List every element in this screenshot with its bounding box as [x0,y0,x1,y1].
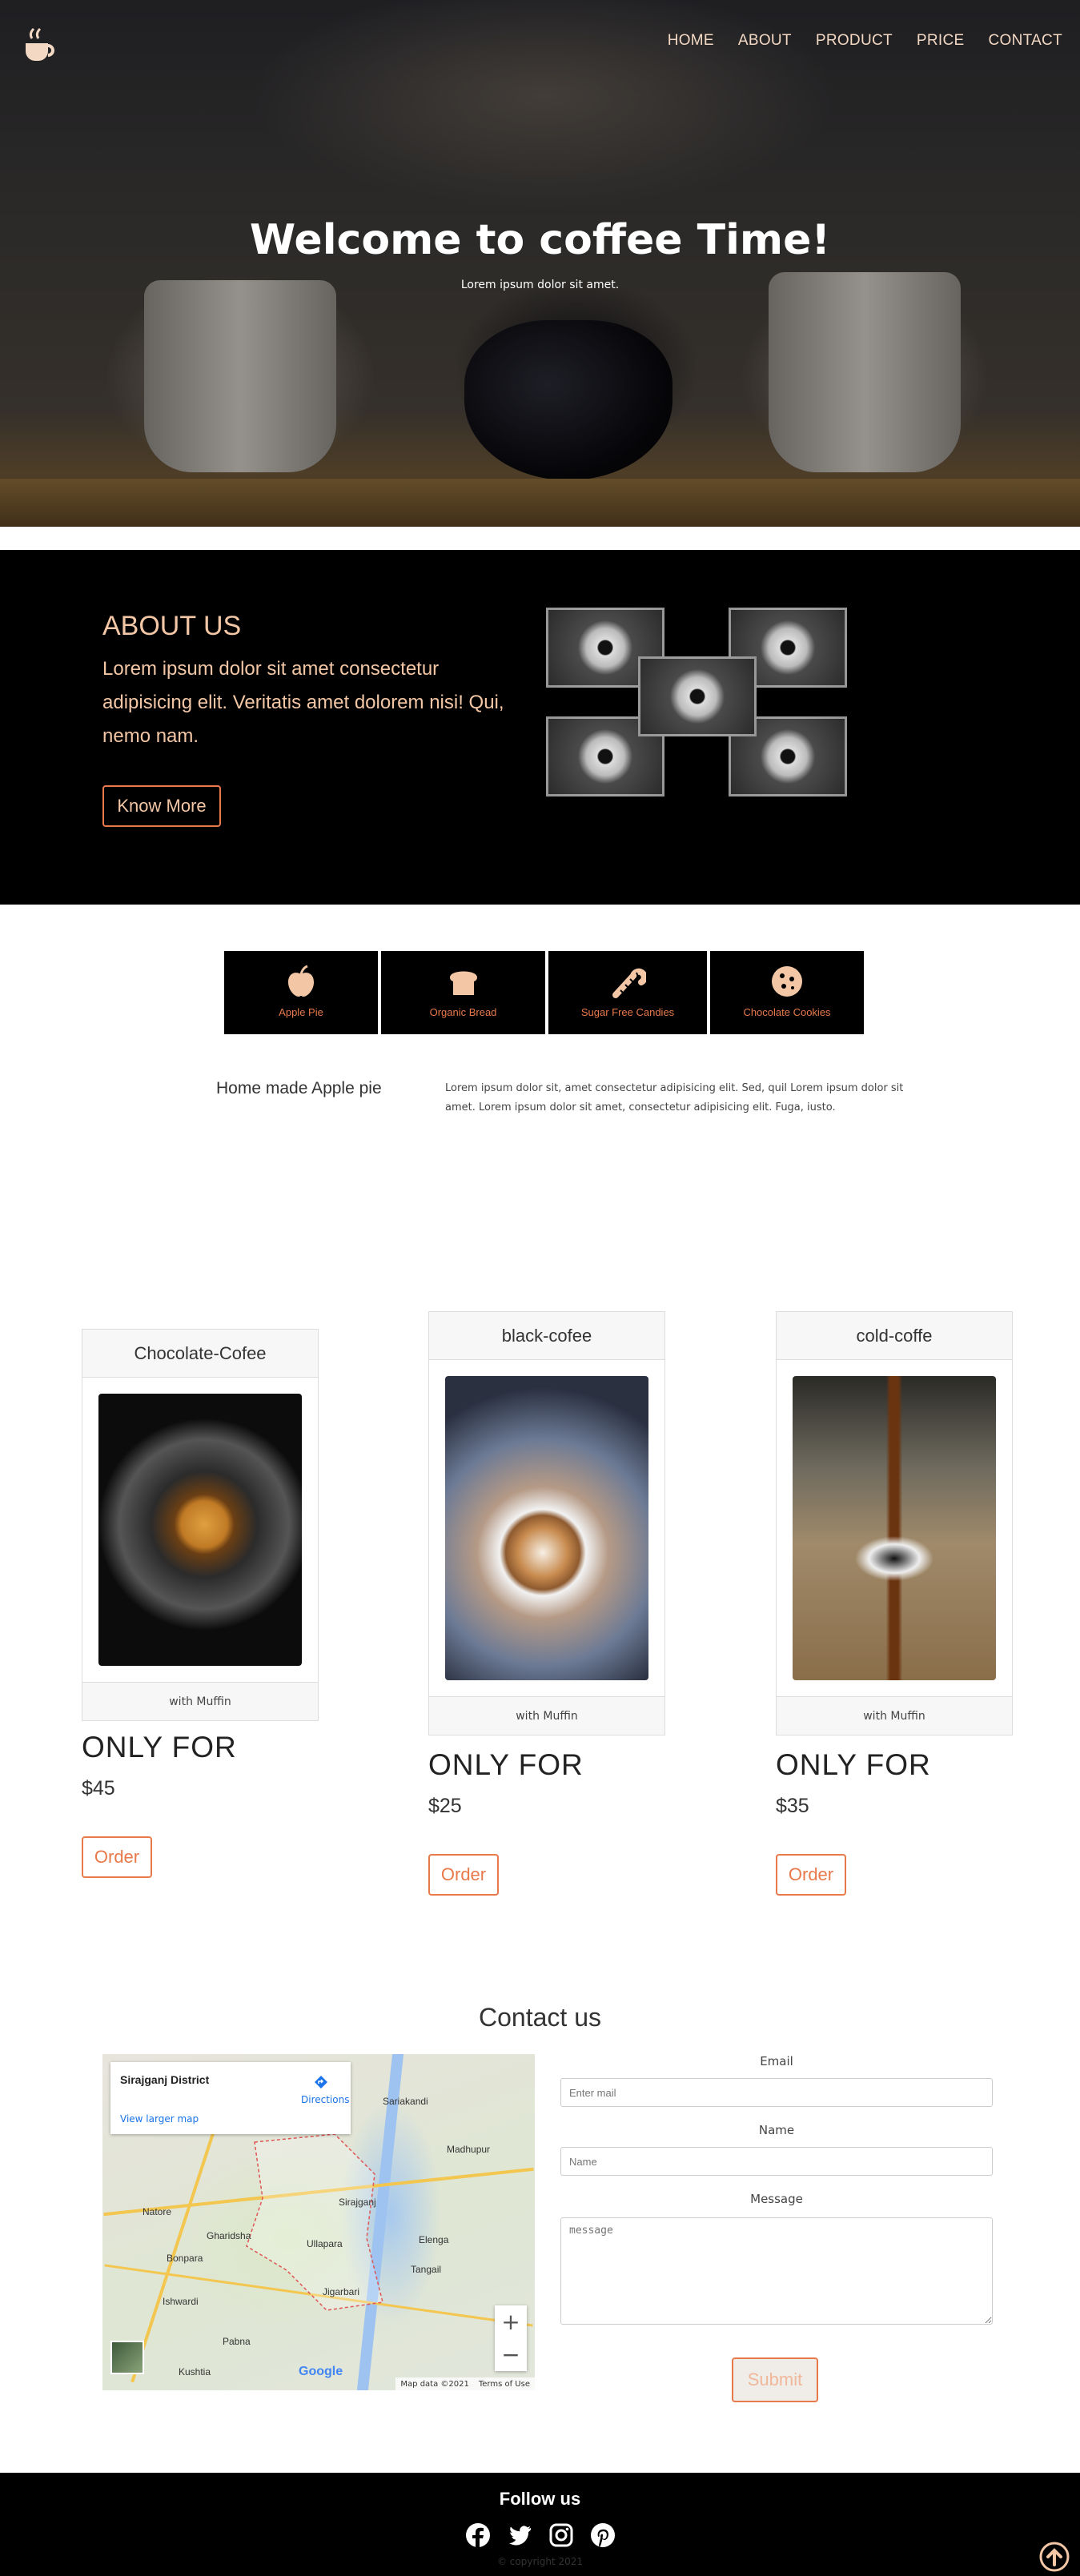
map-label: Elenga [419,2234,449,2245]
map-label: Natore [143,2206,172,2217]
map-zoom-controls: + − [495,2305,527,2371]
only-for-label: ONLY FOR [82,1731,237,1763]
tab-label: Apple Pie [279,1006,323,1018]
order-button[interactable]: Order [82,1836,152,1878]
map-label: Sariakandi [383,2096,428,2107]
facebook-icon[interactable] [465,2522,491,2548]
map-data-text: Map data ©2021 [400,2379,469,2389]
only-for-label: ONLY FOR [428,1748,584,1781]
product-price: $25 [428,1795,462,1817]
product-card: cold-coffe with Muffin [776,1311,1013,1735]
product-name: cold-coffe [777,1312,1012,1360]
product-footer: with Muffin [777,1696,1012,1735]
order-button[interactable]: Order [428,1854,499,1896]
zoom-out-button[interactable]: − [501,2341,520,2368]
map-label: Gharidsha [207,2230,251,2241]
tab-chocolate-cookies[interactable]: Chocolate Cookies [710,951,864,1034]
directions-link[interactable]: Directions [301,2094,349,2105]
product-tabs: Apple Pie Organic Bread Sugar Free Candi… [224,951,864,1034]
coffee-cup-logo-icon[interactable] [18,22,62,67]
product-footer: with Muffin [429,1696,664,1735]
footer: Follow us © copyright 2021 [0,2473,1080,2576]
map-attribution: Map data ©2021 Terms of Use [395,2377,535,2390]
product-footer: with Muffin [82,1682,318,1720]
district-boundary [246,2133,383,2311]
map-label: Sirajganj [339,2197,376,2208]
gallery-image [638,656,757,736]
about-text: Lorem ipsum dolor sit amet consectetur a… [102,658,504,747]
about-title: ABOUT US [102,611,242,641]
tab-label: Sugar Free Candies [580,1006,675,1018]
product-card: Chocolate-Cofee with Muffin [82,1329,319,1721]
about-section: ABOUT US Lorem ipsum dolor sit amet cons… [0,550,1080,905]
map-label: Ishwardi [163,2296,199,2307]
message-label: Message [750,2192,803,2206]
google-map[interactable]: Natore Sirajganj Tangail Pabna Ullapara … [102,2054,535,2390]
tab-apple-pie[interactable]: Apple Pie [224,951,378,1034]
product-name: black-cofee [429,1312,664,1360]
hero-subtitle: Lorem ipsum dolor sit amet. [460,279,620,291]
name-field[interactable] [560,2147,993,2176]
footer-title: Follow us [499,2489,581,2509]
nav-about[interactable]: ABOUT [738,32,792,50]
nav-price[interactable]: PRICE [917,32,965,50]
product-card: black-cofee with Muffin [428,1311,665,1735]
map-info-card: Sirajganj District Directions View large… [110,2062,351,2134]
pour-latte-image [445,1376,648,1680]
social-links [0,2522,1080,2548]
map-place-name: Sirajganj District [120,2073,210,2086]
apple-icon [288,965,314,997]
latte-art-image [98,1394,302,1666]
google-logo: Google [299,2365,343,2378]
contact-title: Contact us [479,2003,601,2032]
map-label: Tangail [411,2264,442,2275]
tab-content-text: Lorem ipsum dolor sit, amet consectetur … [445,1082,904,1113]
cookie-icon [772,966,802,997]
twitter-icon[interactable] [507,2522,532,2548]
map-label: Kushtia [179,2366,211,2377]
pinterest-icon[interactable] [590,2522,616,2548]
nav-contact[interactable]: CONTACT [988,32,1062,50]
email-label: Email [760,2054,793,2068]
copyright-text: © copyright 2021 [496,2556,584,2567]
tab-sugar-free-candies[interactable]: Sugar Free Candies [548,951,707,1034]
map-label: Ullapara [307,2238,343,2249]
zoom-in-button[interactable]: + [501,2309,520,2335]
candy-cane-icon [612,968,646,998]
hero-section: HOME ABOUT PRODUCT PRICE CONTACT Welcome… [0,0,1080,527]
tab-organic-bread[interactable]: Organic Bread [381,951,545,1034]
terms-link[interactable]: Terms of Use [479,2380,530,2389]
name-label: Name [758,2123,795,2137]
product-name: Chocolate-Cofee [82,1330,318,1378]
order-button[interactable]: Order [776,1854,846,1896]
view-larger-map-link[interactable]: View larger map [120,2113,199,2125]
hero-title: Welcome to coffee Time! [249,216,831,264]
bread-icon [449,971,477,995]
map-label: Bonpara [167,2253,203,2264]
email-field[interactable] [560,2078,993,2107]
cold-coffee-image [793,1376,996,1680]
message-field[interactable] [560,2217,993,2325]
map-label: Pabna [223,2336,251,2347]
only-for-label: ONLY FOR [776,1748,931,1781]
tab-content-title: Home made Apple pie [216,1079,382,1097]
map-label: Madhupur [447,2144,491,2155]
directions-icon[interactable] [314,2075,328,2089]
satellite-toggle-button[interactable] [110,2341,144,2374]
nav-home[interactable]: HOME [668,32,714,50]
product-price: $45 [82,1777,115,1800]
nav-product[interactable]: PRODUCT [816,32,893,50]
submit-button[interactable]: Submit [732,2357,818,2402]
main-nav: HOME ABOUT PRODUCT PRICE CONTACT [668,32,1062,50]
scroll-to-top-icon[interactable] [1038,2541,1070,2573]
product-price: $35 [776,1795,809,1817]
tab-label: Chocolate Cookies [743,1006,831,1018]
instagram-icon[interactable] [548,2522,574,2548]
map-label: Jigarbari [323,2286,360,2297]
know-more-button[interactable]: Know More [102,785,221,827]
tab-label: Organic Bread [429,1006,497,1018]
